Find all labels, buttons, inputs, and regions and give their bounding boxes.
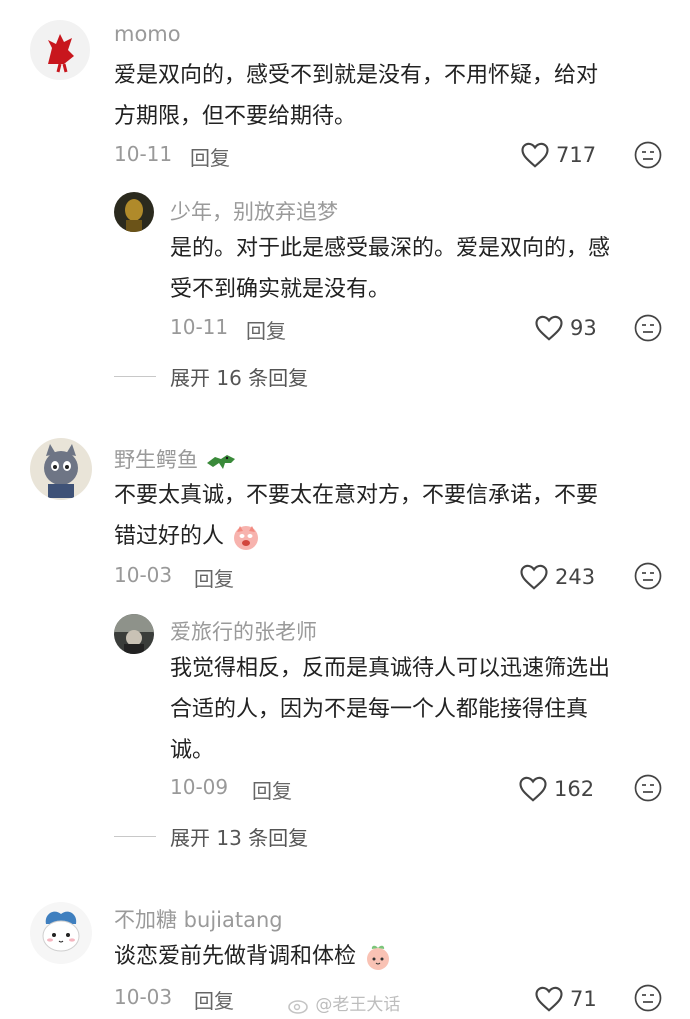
peach-emoji-icon: [367, 945, 390, 970]
dislike-face-icon[interactable]: [633, 313, 663, 343]
reply-button[interactable]: 回复: [194, 985, 234, 1014]
reply-date: 10-09: [170, 775, 229, 799]
comment-text-line: 谈恋爱前先做背调和体检: [114, 936, 393, 977]
portrait-icon: [125, 199, 143, 232]
reply-text-line: 受不到确实就是没有。: [170, 277, 391, 302]
like-count: 717: [556, 143, 597, 167]
watermark-text: @老王大话: [315, 995, 401, 1015]
comment-date: 10-03: [114, 563, 173, 587]
comment-date: 10-03: [114, 985, 173, 1009]
reply-text-line: 是的。对于此是感受最深的。爱是双向的，感: [170, 236, 611, 261]
like-button[interactable]: 71: [534, 985, 597, 1013]
cartoon-cat-icon: [44, 444, 78, 498]
chiikawa-character-icon: [42, 911, 80, 952]
like-button[interactable]: 717: [520, 141, 596, 169]
reply-text: 我觉得相反，反而是真诚待人可以迅速筛选出 合适的人，因为不是每一个人都能接得住真…: [170, 648, 610, 771]
reply-text-line: 诚。: [170, 738, 215, 763]
like-count: 162: [554, 777, 595, 801]
username[interactable]: 野生鳄鱼: [114, 444, 237, 474]
reply-date: 10-11: [170, 315, 229, 339]
like-button[interactable]: 243: [519, 563, 595, 591]
reply-button[interactable]: 回复: [194, 563, 234, 592]
username[interactable]: 爱旅行的张老师: [170, 616, 317, 646]
rooster-icon: [48, 34, 74, 73]
dislike-face-icon[interactable]: [633, 140, 663, 170]
like-count: 71: [570, 987, 597, 1011]
username[interactable]: 不加糖 bujiatang: [114, 904, 283, 934]
expand-replies-label: 展开 13 条回复: [170, 826, 309, 850]
reply-text-line: 我觉得相反，反而是真诚待人可以迅速筛选出: [170, 656, 611, 681]
avatar-bujiatang[interactable]: [30, 902, 92, 964]
avatar-momo[interactable]: [30, 20, 90, 80]
comment-text-line: 错过好的人: [114, 516, 598, 557]
comment-text-line: 爱是双向的，感受不到就是没有，不用怀疑，给对: [114, 63, 599, 88]
watermark: @老王大话: [288, 990, 400, 1015]
heart-icon: [535, 315, 563, 341]
comment-text: 谈恋爱前先做背调和体检: [114, 936, 393, 977]
like-button[interactable]: 93: [534, 314, 597, 342]
divider-line: [114, 836, 156, 837]
reply-button[interactable]: 回复: [190, 142, 230, 171]
heart-icon: [519, 776, 547, 802]
avatar-reply-user[interactable]: [114, 614, 154, 654]
like-count: 243: [555, 565, 596, 589]
comment-date: 10-11: [114, 142, 173, 166]
crying-emoji-icon: [234, 526, 259, 550]
like-button[interactable]: 162: [518, 775, 594, 803]
dislike-face-icon[interactable]: [633, 561, 663, 591]
heart-icon: [535, 986, 563, 1012]
expand-replies-button[interactable]: 展开 16 条回复: [114, 362, 308, 391]
comment-text-line: 不要太真诚，不要太在意对方，不要信承诺，不要: [114, 483, 599, 508]
reply-text: 是的。对于此是感受最深的。爱是双向的，感 受不到确实就是没有。: [170, 228, 610, 310]
expand-replies-button[interactable]: 展开 13 条回复: [114, 822, 308, 851]
comment-text: 不要太真诚，不要太在意对方，不要信承诺，不要 错过好的人: [114, 475, 598, 557]
comment-text-line: 方期限，但不要给期待。: [114, 104, 357, 129]
heart-icon: [520, 564, 548, 590]
reply-text-line: 合适的人，因为不是每一个人都能接得住真: [170, 697, 589, 722]
comment-text: 爱是双向的，感受不到就是没有，不用怀疑，给对 方期限，但不要给期待。: [114, 55, 598, 137]
avatar-reply-user[interactable]: [114, 192, 154, 232]
username[interactable]: 少年，别放弃追梦: [170, 196, 338, 226]
expand-replies-label: 展开 16 条回复: [170, 366, 309, 390]
heart-icon: [521, 142, 549, 168]
photo-avatar-icon: [114, 614, 154, 654]
reply-button[interactable]: 回复: [252, 775, 292, 804]
dislike-face-icon[interactable]: [633, 773, 663, 803]
reply-button[interactable]: 回复: [246, 315, 286, 344]
comment-text-segment: 谈恋爱前先做背调和体检: [114, 944, 357, 969]
crocodile-icon: [206, 455, 235, 469]
comment-text-segment: 错过好的人: [114, 524, 225, 549]
divider-line: [114, 376, 156, 377]
avatar-crocodile-user[interactable]: [30, 438, 92, 500]
weibo-logo-icon: [288, 1000, 308, 1014]
username-text: 野生鳄鱼: [114, 448, 198, 472]
username[interactable]: momo: [114, 22, 181, 46]
dislike-face-icon[interactable]: [633, 983, 663, 1013]
like-count: 93: [570, 316, 597, 340]
